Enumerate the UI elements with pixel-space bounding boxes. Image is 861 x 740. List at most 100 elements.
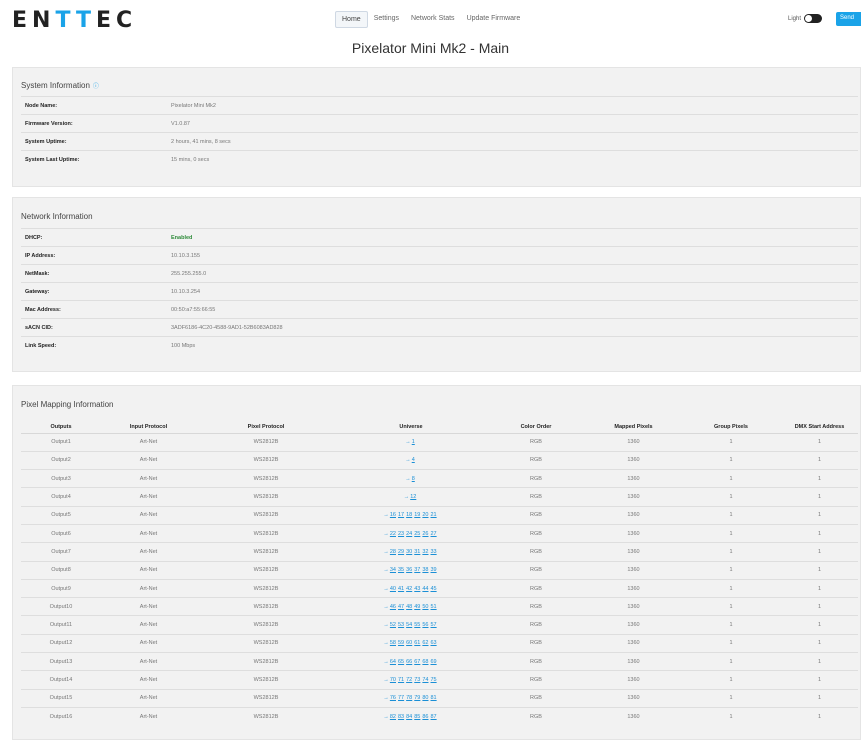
send-button[interactable]: Send: [836, 12, 861, 26]
universe-link[interactable]: 50: [422, 604, 428, 610]
universe-link[interactable]: 48: [406, 604, 412, 610]
universe-cell: →22 23 24 25 26 27: [336, 523, 486, 543]
universe-link[interactable]: 28: [390, 549, 396, 555]
universe-link[interactable]: 86: [422, 714, 428, 720]
universe-link[interactable]: 67: [414, 659, 420, 665]
universe-link[interactable]: 31: [414, 549, 420, 555]
universe-link[interactable]: 59: [398, 640, 404, 646]
universe-link[interactable]: 73: [414, 677, 420, 683]
universe-link[interactable]: 62: [422, 640, 428, 646]
universe-link[interactable]: 12: [410, 494, 416, 500]
universe-link[interactable]: 42: [406, 586, 412, 592]
color-order-cell: RGB: [486, 670, 586, 690]
enttec-logo[interactable]: ENTTEC: [12, 8, 137, 33]
universe-link[interactable]: 87: [431, 714, 437, 720]
universe-link[interactable]: 71: [398, 677, 404, 683]
input-protocol-cell: Art-Net: [101, 615, 196, 635]
universe-link[interactable]: 1: [412, 439, 415, 445]
universe-link[interactable]: 49: [414, 604, 420, 610]
universe-link[interactable]: 77: [398, 695, 404, 701]
mapped-pixels-cell: 1360: [586, 670, 681, 690]
universe-link[interactable]: 65: [398, 659, 404, 665]
universe-link[interactable]: 47: [398, 604, 404, 610]
universe-link[interactable]: 60: [406, 640, 412, 646]
kv-key: Firmware Version:: [25, 120, 73, 127]
universe-link[interactable]: 43: [414, 586, 420, 592]
universe-cell: →46 47 48 49 50 51: [336, 597, 486, 616]
universe-link[interactable]: 37: [414, 567, 420, 573]
dmx-start-address-cell: 1: [781, 615, 858, 635]
universe-link[interactable]: 17: [398, 512, 404, 518]
nav-network-stats[interactable]: Network Stats: [405, 11, 461, 28]
nav-update-firmware[interactable]: Update Firmware: [461, 11, 527, 28]
universe-link[interactable]: 26: [422, 531, 428, 537]
universe-link[interactable]: 76: [390, 695, 396, 701]
universe-link[interactable]: 68: [422, 659, 428, 665]
universe-link[interactable]: 16: [390, 512, 396, 518]
universe-link[interactable]: 34: [390, 567, 396, 573]
universe-link[interactable]: 53: [398, 622, 404, 628]
universe-link[interactable]: 27: [431, 531, 437, 537]
mapped-pixels-cell: 1360: [586, 487, 681, 507]
universe-link[interactable]: 36: [406, 567, 412, 573]
universe-link[interactable]: 81: [431, 695, 437, 701]
universe-link[interactable]: 30: [406, 549, 412, 555]
universe-link[interactable]: 35: [398, 567, 404, 573]
universe-link[interactable]: 45: [431, 586, 437, 592]
universe-link[interactable]: 8: [412, 476, 415, 482]
theme-toggle-icon[interactable]: [804, 14, 823, 23]
nav-home[interactable]: Home: [335, 11, 368, 28]
info-icon[interactable]: ⓘ: [93, 84, 99, 90]
universe-link[interactable]: 79: [414, 695, 420, 701]
universe-link[interactable]: 75: [431, 677, 437, 683]
universe-link[interactable]: 24: [406, 531, 412, 537]
output-cell: Output7: [21, 542, 101, 562]
color-order-cell: RGB: [486, 523, 586, 543]
network-info-title: Network Information: [21, 212, 93, 221]
universe-link[interactable]: 23: [398, 531, 404, 537]
kv-row-sacn-cid: sACN CID: 3ADF6186-4C20-4588-9AD1-52B6083…: [21, 318, 858, 336]
universe-link[interactable]: 69: [431, 659, 437, 665]
universe-link[interactable]: 25: [414, 531, 420, 537]
universe-link[interactable]: 66: [406, 659, 412, 665]
universe-cell: →82 83 84 85 86 87: [336, 706, 486, 726]
universe-link[interactable]: 57: [431, 622, 437, 628]
universe-link[interactable]: 64: [390, 659, 396, 665]
universe-link[interactable]: 19: [414, 512, 420, 518]
kv-value: 15 mins, 0 secs: [171, 156, 210, 163]
universe-link[interactable]: 21: [431, 512, 437, 518]
universe-link[interactable]: 58: [390, 640, 396, 646]
dmx-start-address-cell: 1: [781, 432, 858, 452]
universe-link[interactable]: 22: [390, 531, 396, 537]
universe-link[interactable]: 29: [398, 549, 404, 555]
universe-link[interactable]: 83: [398, 714, 404, 720]
universe-link[interactable]: 70: [390, 677, 396, 683]
universe-link[interactable]: 80: [422, 695, 428, 701]
universe-link[interactable]: 56: [422, 622, 428, 628]
universe-link[interactable]: 61: [414, 640, 420, 646]
dmx-start-address-cell: 1: [781, 487, 858, 507]
universe-link[interactable]: 84: [406, 714, 412, 720]
universe-link[interactable]: 78: [406, 695, 412, 701]
universe-link[interactable]: 33: [431, 549, 437, 555]
nav-settings[interactable]: Settings: [368, 11, 405, 28]
universe-link[interactable]: 32: [422, 549, 428, 555]
universe-link[interactable]: 55: [414, 622, 420, 628]
universe-link[interactable]: 54: [406, 622, 412, 628]
universe-link[interactable]: 38: [422, 567, 428, 573]
universe-link[interactable]: 46: [390, 604, 396, 610]
universe-link[interactable]: 82: [390, 714, 396, 720]
universe-link[interactable]: 41: [398, 586, 404, 592]
universe-link[interactable]: 18: [406, 512, 412, 518]
universe-link[interactable]: 4: [412, 457, 415, 463]
universe-link[interactable]: 63: [431, 640, 437, 646]
universe-link[interactable]: 51: [431, 604, 437, 610]
universe-link[interactable]: 85: [414, 714, 420, 720]
universe-link[interactable]: 39: [431, 567, 437, 573]
universe-link[interactable]: 52: [390, 622, 396, 628]
universe-link[interactable]: 74: [422, 677, 428, 683]
universe-link[interactable]: 44: [422, 586, 428, 592]
universe-link[interactable]: 40: [390, 586, 396, 592]
universe-link[interactable]: 20: [422, 512, 428, 518]
universe-link[interactable]: 72: [406, 677, 412, 683]
